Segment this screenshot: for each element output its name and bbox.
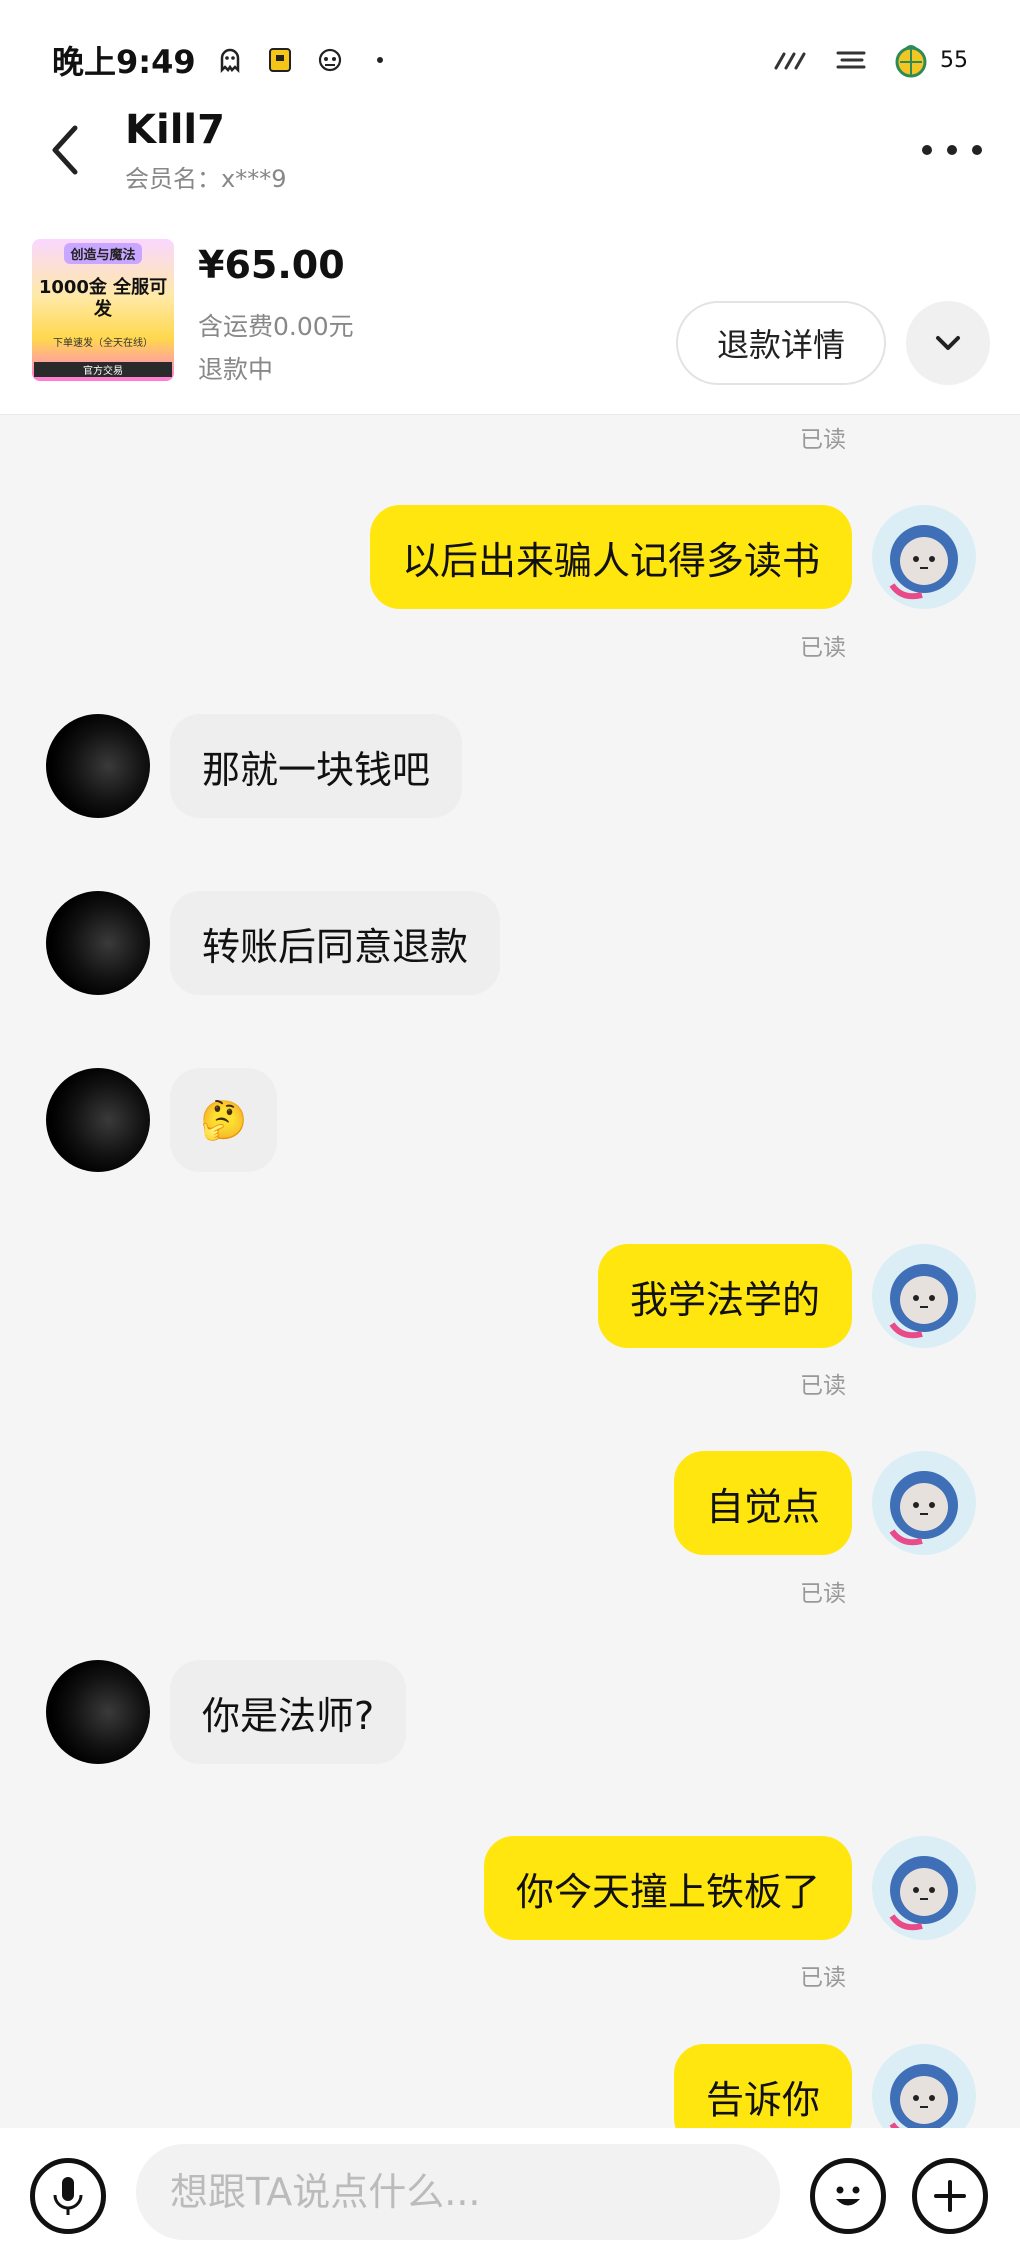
more-button[interactable] bbox=[922, 135, 982, 165]
avatar[interactable] bbox=[46, 891, 150, 995]
status-time: 晚上9:49 bbox=[52, 43, 196, 81]
voice-button[interactable] bbox=[30, 2158, 106, 2234]
chat-bubble-received[interactable]: 那就一块钱吧 bbox=[170, 714, 463, 818]
avatar[interactable] bbox=[46, 1068, 150, 1172]
back-button[interactable] bbox=[40, 115, 90, 185]
read-receipt: 已读 bbox=[800, 1373, 846, 1399]
chat-header: Kill7 会员名：x***9 bbox=[0, 95, 1020, 215]
title-block: Kill7 会员名：x***9 bbox=[125, 107, 286, 194]
refund-status: 退款中 bbox=[198, 355, 274, 384]
avatar[interactable] bbox=[46, 714, 150, 818]
status-system-icons: 55 bbox=[772, 41, 968, 79]
dot-icon bbox=[376, 57, 383, 63]
thumb-strip: 官方交易 bbox=[34, 362, 172, 377]
cat-avatar-icon bbox=[872, 1451, 976, 1555]
refund-details-button[interactable]: 退款详情 bbox=[676, 301, 886, 385]
read-receipt: 已读 bbox=[800, 1581, 846, 1607]
ghost-icon bbox=[220, 48, 239, 74]
read-receipt: 已读 bbox=[800, 1965, 846, 1991]
robot-icon bbox=[318, 48, 341, 72]
chevron-down-icon bbox=[936, 336, 960, 350]
product-price: ¥65.00 bbox=[198, 243, 345, 287]
chat-bubble-sent[interactable]: 告诉你 bbox=[673, 2044, 852, 2128]
avatar[interactable] bbox=[872, 505, 976, 609]
read-receipt: 已读 bbox=[800, 635, 846, 661]
cat-avatar-icon bbox=[872, 1244, 976, 1348]
chat-bubble-sent[interactable]: 以后出来骗人记得多读书 bbox=[369, 505, 852, 609]
cat-avatar-icon bbox=[872, 505, 976, 609]
more-dot-icon bbox=[972, 145, 982, 155]
battery-icon bbox=[895, 45, 927, 78]
add-button[interactable] bbox=[912, 2158, 988, 2234]
expand-button[interactable] bbox=[906, 301, 990, 385]
thumb-main: 1000金 全服可发 bbox=[38, 277, 168, 320]
shipping-fee: 含运费0.00元 bbox=[198, 312, 354, 341]
chevron-left-icon bbox=[52, 125, 78, 175]
battery-level: 55 bbox=[940, 47, 968, 73]
chat-bubble-received[interactable]: 你是法师? bbox=[170, 1660, 407, 1764]
avatar[interactable] bbox=[46, 1660, 150, 1764]
smiley-icon bbox=[836, 2186, 860, 2206]
page-title: Kill7 bbox=[125, 107, 225, 153]
read-receipt: 已读 bbox=[800, 427, 846, 453]
avatar[interactable] bbox=[872, 1451, 976, 1555]
chat-messages[interactable]: 已读 以后出来骗人记得多读书 已读 那就一块钱吧 转账后同意退款 🤔 我学法学的… bbox=[0, 416, 1020, 2128]
input-bar bbox=[0, 2128, 1020, 2267]
cat-avatar-icon bbox=[872, 2044, 976, 2128]
signal-slash-icon bbox=[774, 52, 806, 70]
member-name: 会员名：x***9 bbox=[125, 165, 287, 193]
package-icon bbox=[268, 48, 291, 72]
chat-bubble-sent[interactable]: 我学法学的 bbox=[597, 1244, 852, 1348]
more-dot-icon bbox=[947, 145, 957, 155]
more-dot-icon bbox=[922, 145, 932, 155]
product-thumbnail[interactable]: 创造与魔法 1000金 全服可发 下单速发（全天在线） 官方交易 bbox=[32, 239, 174, 381]
chat-bubble-sent[interactable]: 自觉点 bbox=[673, 1451, 852, 1555]
product-card: 创造与魔法 1000金 全服可发 下单速发（全天在线） 官方交易 ¥65.00 … bbox=[0, 215, 1020, 415]
emoji-button[interactable] bbox=[810, 2158, 886, 2234]
avatar[interactable] bbox=[872, 1244, 976, 1348]
plus-icon bbox=[934, 2180, 966, 2212]
status-notification-icons bbox=[216, 46, 394, 74]
avatar[interactable] bbox=[872, 1836, 976, 1940]
thumb-tag: 创造与魔法 bbox=[64, 243, 142, 264]
microphone-icon bbox=[53, 2177, 83, 2215]
avatar[interactable] bbox=[872, 2044, 976, 2128]
thumb-sub: 下单速发（全天在线） bbox=[53, 338, 153, 349]
message-input[interactable] bbox=[136, 2144, 780, 2240]
cat-avatar-icon bbox=[872, 1836, 976, 1940]
chat-bubble-sent[interactable]: 你今天撞上铁板了 bbox=[483, 1836, 852, 1940]
menu-lines-icon bbox=[836, 51, 866, 69]
chat-bubble-received[interactable]: 🤔 bbox=[170, 1068, 278, 1172]
chat-bubble-received[interactable]: 转账后同意退款 bbox=[170, 891, 501, 995]
